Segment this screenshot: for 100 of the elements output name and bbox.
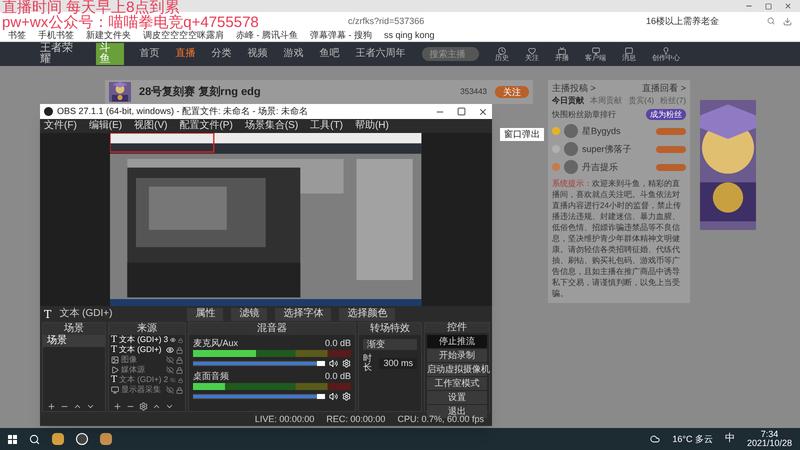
close-button[interactable] [478, 106, 488, 116]
move-up-icon[interactable] [152, 402, 161, 411]
search-field[interactable]: 16楼以上需养老金 [646, 16, 719, 26]
control-button[interactable]: 停止推流 [427, 335, 487, 348]
slider-thumb[interactable] [317, 361, 325, 366]
source-name: 文本 (GDI+) 2 [119, 376, 168, 384]
bookmark-item[interactable]: ss qing kong [384, 31, 435, 40]
popout-button[interactable]: 窗口弹出 [500, 128, 544, 141]
source-type-label: T [111, 336, 118, 344]
bookmark-item[interactable]: 赤峰 - 腾讯斗鱼 [236, 31, 298, 40]
maximize-button[interactable] [457, 107, 466, 116]
rec-status: REC: 00:00:00 [326, 414, 386, 424]
bookmark-item[interactable]: 弹幕弹幕 - 搜狗 [310, 31, 372, 40]
bookmark-item[interactable]: 书签 [8, 31, 26, 40]
slider-thumb[interactable] [317, 394, 325, 399]
nav-link[interactable]: 首页 [140, 49, 160, 59]
weather-icon [650, 434, 660, 444]
channel-name: 桌面音频 [193, 372, 229, 381]
nav-link[interactable]: 分类 [212, 49, 232, 59]
source-item[interactable]: T 文本 (GDI+) [109, 345, 185, 355]
nav-link[interactable]: 鱼吧 [320, 49, 340, 59]
site-logo[interactable]: 王者荣耀 [40, 43, 80, 65]
lightbulb-icon [662, 46, 670, 54]
control-button[interactable]: 工作室模式 [427, 377, 487, 390]
menu-item[interactable]: 文件(F) [44, 121, 77, 131]
overlay-caption: pw+wx公众号：喵喵拳电竞q+4755578 [2, 15, 259, 30]
channel-name: 麦克风/Aux [193, 339, 238, 348]
lock-icon[interactable] [178, 376, 183, 384]
nav-link[interactable]: 王者六周年 [356, 49, 406, 59]
speaker-icon[interactable] [329, 359, 338, 368]
visibility-icon[interactable] [170, 336, 176, 344]
source-type-label: T [44, 308, 52, 320]
transition-select[interactable]: 渐变 [363, 339, 417, 350]
nav-link[interactable]: 视频 [248, 49, 268, 59]
app-icon[interactable] [52, 433, 64, 445]
obs-logo-icon [44, 107, 53, 116]
toolbar-button[interactable]: 属性 [187, 308, 224, 320]
source-type-label: T [111, 346, 118, 354]
source-name: 文本 (GDI+) [59, 309, 114, 319]
toolbar-button[interactable]: 滤镜 [231, 308, 268, 320]
source-name: 图像 [121, 356, 138, 364]
download-icon[interactable] [783, 16, 792, 26]
source-item[interactable]: T 文本 (GDI+) 2 [109, 375, 185, 385]
bookmark-item[interactable]: 新建文件夹 [86, 31, 131, 40]
nav-link[interactable]: 直播 [176, 49, 196, 59]
follower-count: 353443 [460, 88, 487, 96]
source-item[interactable]: 图像 [109, 355, 185, 365]
follow-button[interactable]: 关注 [495, 86, 529, 98]
fan-button[interactable]: 成为粉丝 [646, 109, 686, 120]
start-icon[interactable] [8, 434, 17, 444]
toolbar-button[interactable]: 选择颜色 [339, 308, 396, 320]
panel-link[interactable]: 直播回看 > [642, 84, 686, 93]
menu-item[interactable]: 工具(T) [310, 121, 343, 131]
add-icon[interactable] [113, 402, 122, 411]
dock-title: 控件 [425, 323, 489, 333]
move-down-icon[interactable] [165, 402, 174, 411]
url-text[interactable]: c/zrfks?rid=537366 [348, 16, 424, 26]
lock-icon[interactable] [176, 346, 183, 354]
bookmark-item[interactable]: 手机书签 [38, 31, 74, 40]
lock-icon[interactable] [176, 366, 183, 374]
control-button[interactable]: 设置 [427, 391, 487, 404]
lock-icon[interactable] [178, 336, 183, 344]
lock-icon[interactable] [176, 386, 183, 394]
menu-item[interactable]: 帮助(H) [354, 121, 389, 131]
move-down-icon[interactable] [86, 402, 95, 411]
bookmark-item[interactable]: 调皮空空空空咪露肩 [143, 31, 224, 40]
scene-item[interactable]: 场景 [43, 335, 105, 347]
system-notice: 系统提示：欢迎来到斗鱼，精彩的直播间，喜欢就点关注吧。斗鱼依法对直播内容进行24小时的监督，禁止传播违法违规、封建迷信、暴力血腥、低俗色情、招嫖诈骗违禁品等不良信息，坚决维护青少年群体精神文明健康。请勿轻信各类招聘征婚、代练代抽、刷钻、购买礼包码、游戏币等广告信息，且如主播在推广商品中诱导私下交易，请谨慎判断，以免上当受骗。 [552, 178, 682, 299]
menu-item[interactable]: 视图(V) [134, 121, 168, 131]
duration-field[interactable]: 300 ms [379, 358, 417, 368]
app-icon[interactable] [76, 433, 88, 445]
clock-time: 7:34 [760, 430, 778, 439]
user-name: super佛落子 [582, 144, 633, 154]
toolbar-button[interactable]: 选择字体 [275, 308, 332, 320]
ime-indicator[interactable]: 中 [724, 434, 735, 444]
stream-title: 28号复刻赛 复刻rng edg [139, 86, 261, 98]
source-item[interactable]: 显示器采集 [109, 385, 185, 395]
settings-icon[interactable] [139, 402, 148, 411]
user-name: 丹吉提乐 [582, 162, 619, 172]
speaker-icon[interactable] [329, 392, 338, 401]
menu-item[interactable]: 配置文件(P) [179, 121, 233, 131]
menu-item[interactable]: 场景集合(S) [244, 121, 298, 131]
menu-item[interactable]: 编辑(E) [88, 121, 122, 131]
fan-badge [656, 164, 686, 170]
move-up-icon[interactable] [73, 402, 82, 411]
add-icon[interactable] [47, 402, 56, 411]
rank-title: 快围粉丝勋章排行 [552, 110, 616, 118]
source-name: 文本 (GDI+) 3 [119, 336, 168, 344]
user-avatar [564, 160, 578, 174]
panel-link[interactable]: 主播投稿 > [552, 84, 596, 93]
control-button[interactable]: 开始录制 [427, 349, 487, 362]
source-item[interactable]: 媒体源 [109, 365, 185, 375]
user-name: 星Bygyds [582, 126, 622, 136]
lock-icon[interactable] [176, 356, 183, 364]
source-item[interactable]: T 文本 (GDI+) 3 [109, 335, 185, 345]
close-button[interactable] [784, 2, 792, 10]
dock-title: 来源 [109, 323, 185, 335]
panel-tab[interactable]: 今日贡献 [552, 97, 584, 105]
nav-link[interactable]: 游戏 [284, 49, 304, 59]
fan-badge [656, 128, 686, 134]
